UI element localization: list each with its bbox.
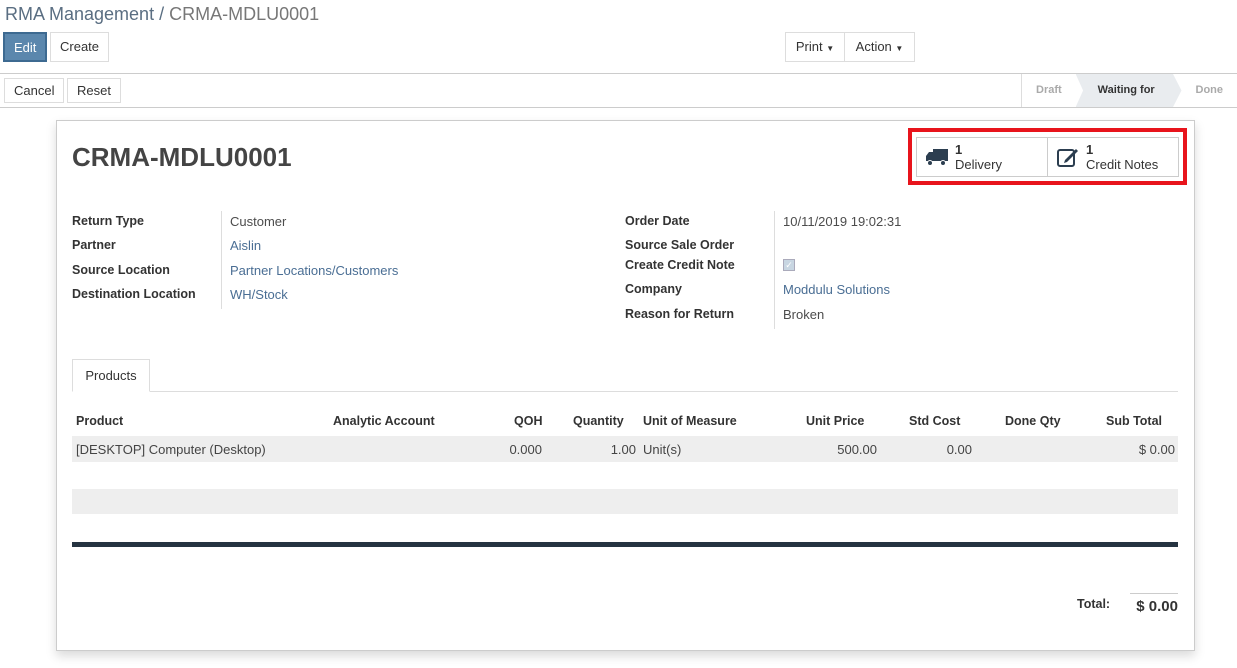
company-link[interactable]: Moddulu Solutions bbox=[783, 282, 890, 297]
create-credit-note-checkbox[interactable]: ✓ bbox=[783, 259, 795, 271]
delivery-label: Delivery bbox=[955, 157, 1002, 172]
breadcrumb-current: CRMA-MDLU0001 bbox=[169, 4, 320, 24]
print-dropdown[interactable]: Print ▼ bbox=[785, 32, 845, 62]
col-product[interactable]: Product bbox=[76, 414, 123, 428]
return-type-label: Return Type bbox=[72, 214, 144, 228]
table-footer-line bbox=[72, 542, 1178, 547]
stage-done[interactable]: Done bbox=[1182, 74, 1237, 107]
record-title: CRMA-MDLU0001 bbox=[72, 142, 292, 172]
total-value: $ 0.00 bbox=[1130, 593, 1178, 615]
stage-waiting[interactable]: Waiting for Product bbox=[1075, 74, 1182, 107]
destination-location-link[interactable]: WH/Stock bbox=[230, 287, 288, 302]
create-button[interactable]: Create bbox=[50, 32, 110, 62]
return-type-field: Customer bbox=[230, 214, 287, 229]
destination-location-label: Destination Location bbox=[72, 287, 196, 301]
cell-product: [DESKTOP] Computer (Desktop) bbox=[76, 442, 266, 457]
cell-unit-price: 500.00 bbox=[837, 442, 877, 457]
col-analytic-account[interactable]: Analytic Account bbox=[333, 414, 435, 428]
action-dropdown[interactable]: Action ▼ bbox=[844, 32, 915, 62]
col-quantity[interactable]: Quantity bbox=[573, 414, 624, 428]
source-sale-order-label: Source Sale Order bbox=[625, 238, 735, 252]
breadcrumb: RMA Management / CRMA-MDLU0001 bbox=[5, 4, 320, 24]
tab-divider bbox=[72, 391, 1178, 392]
breadcrumb-parent[interactable]: RMA Management bbox=[5, 4, 154, 24]
divider bbox=[0, 107, 1237, 108]
partner-label: Partner bbox=[72, 238, 116, 252]
cancel-button[interactable]: Cancel bbox=[4, 78, 65, 103]
truck-icon bbox=[926, 149, 948, 166]
caret-down-icon: ▼ bbox=[895, 44, 904, 53]
cell-qoh: 0.000 bbox=[509, 442, 542, 457]
credit-notes-count: 1 bbox=[1086, 142, 1094, 157]
create-credit-note-label: Create Credit Note bbox=[625, 258, 735, 272]
edit-icon bbox=[1057, 149, 1078, 167]
cell-quantity: 1.00 bbox=[610, 442, 636, 457]
delivery-count: 1 bbox=[955, 142, 963, 157]
statusbar: Draft Waiting for Product Done bbox=[1021, 74, 1237, 107]
col-done-qty[interactable]: Done Qty bbox=[1005, 414, 1061, 428]
edit-button[interactable]: Edit bbox=[3, 32, 47, 62]
col-unit-price[interactable]: Unit Price bbox=[806, 414, 864, 428]
tab-products[interactable]: Products bbox=[72, 359, 150, 392]
empty-row bbox=[72, 489, 1178, 514]
divider bbox=[774, 211, 775, 329]
source-location-link[interactable]: Partner Locations/Customers bbox=[230, 263, 398, 278]
source-location-label: Source Location bbox=[72, 263, 170, 277]
stage-draft[interactable]: Draft bbox=[1022, 74, 1076, 107]
col-std-cost[interactable]: Std Cost bbox=[909, 414, 960, 428]
company-label: Company bbox=[625, 282, 682, 296]
order-date-field: 10/11/2019 19:02:31 bbox=[783, 214, 902, 229]
col-subtotal[interactable]: Sub Total bbox=[1106, 414, 1162, 428]
reason-label: Reason for Return bbox=[625, 307, 735, 321]
partner-link[interactable]: Aislin bbox=[230, 238, 261, 253]
total-label: Total: bbox=[1077, 597, 1111, 611]
print-label: Print bbox=[795, 39, 823, 54]
col-uom[interactable]: Unit of Measure bbox=[643, 414, 737, 428]
delivery-smart-button[interactable]: 1 Delivery bbox=[916, 137, 1048, 177]
caret-down-icon: ▼ bbox=[826, 44, 835, 53]
cell-subtotal: $ 0.00 bbox=[1138, 442, 1175, 457]
cell-std-cost: 0.00 bbox=[946, 442, 972, 457]
col-qoh[interactable]: QOH bbox=[514, 414, 542, 428]
order-date-label: Order Date bbox=[625, 214, 690, 228]
credit-notes-smart-button[interactable]: 1 Credit Notes bbox=[1047, 137, 1179, 177]
action-label: Action bbox=[855, 39, 892, 54]
credit-notes-label: Credit Notes bbox=[1086, 157, 1159, 172]
cell-uom: Unit(s) bbox=[643, 442, 682, 457]
form-sheet bbox=[56, 120, 1195, 651]
reason-field: Broken bbox=[783, 307, 825, 322]
reset-button[interactable]: Reset bbox=[67, 78, 121, 103]
divider bbox=[221, 211, 222, 309]
